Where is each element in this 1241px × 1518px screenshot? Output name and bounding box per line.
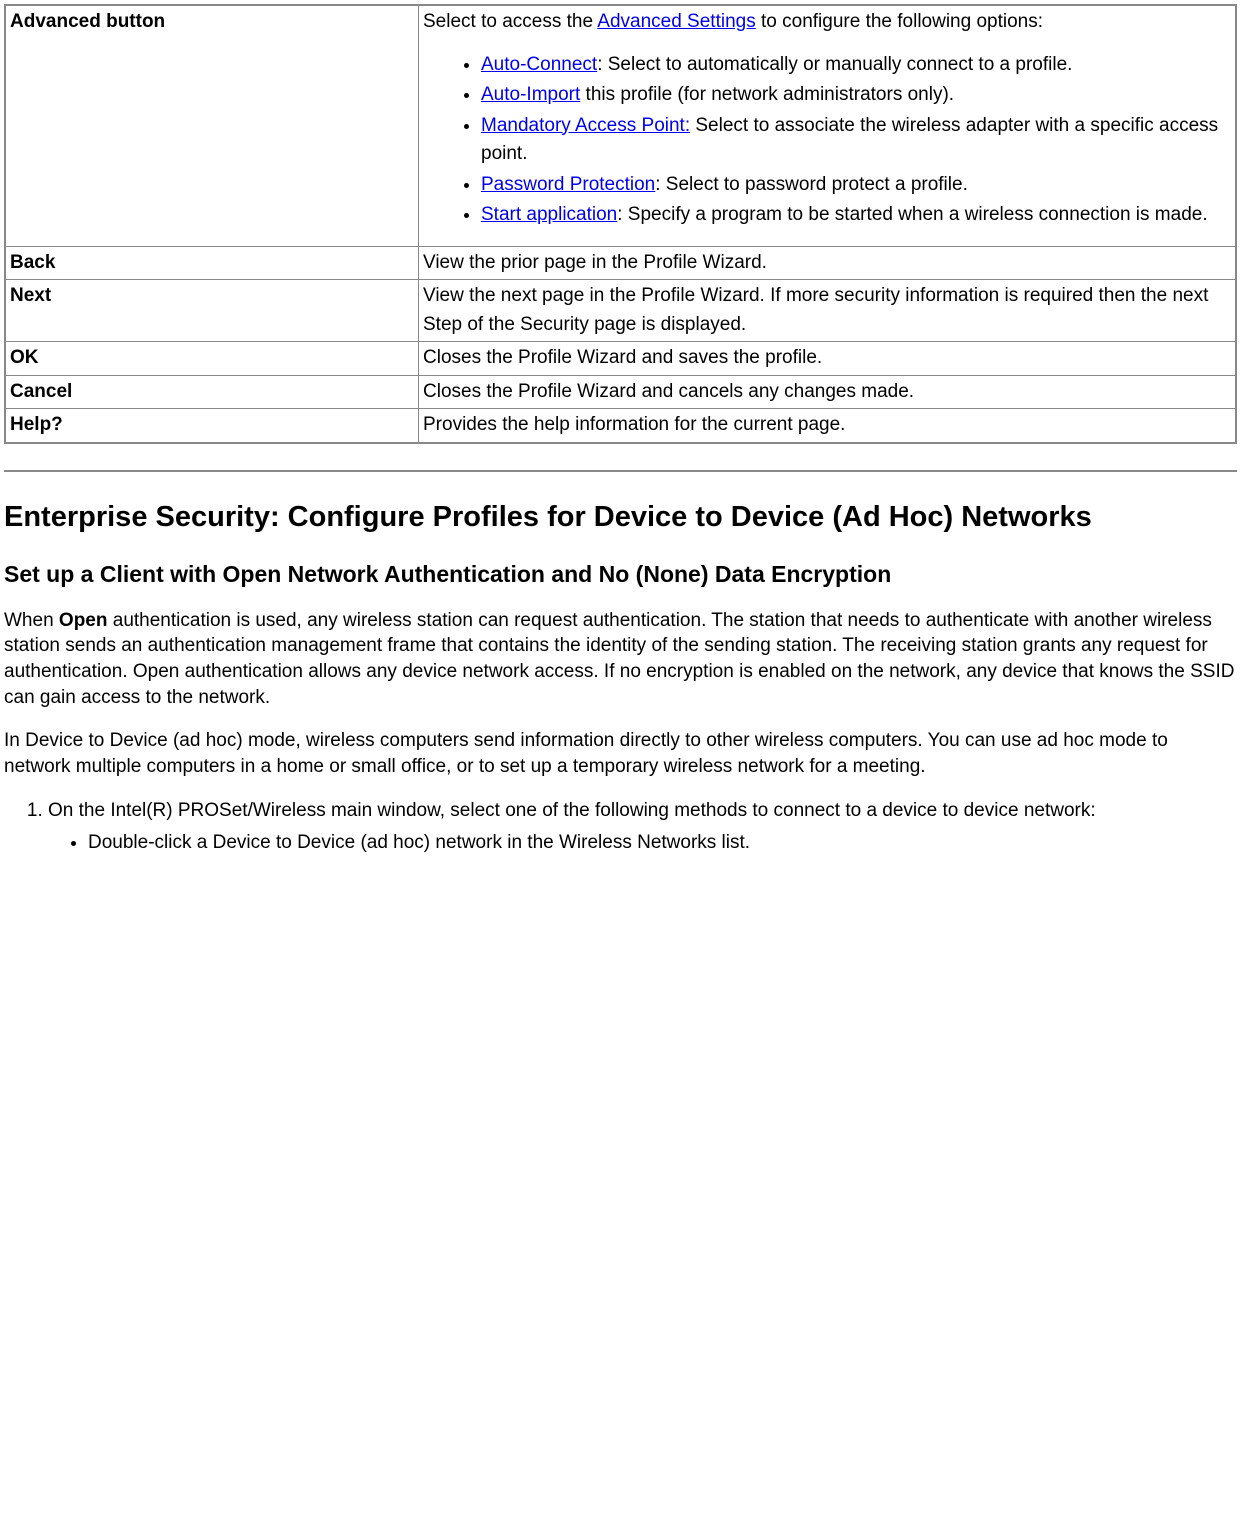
sub-item: Double-click a Device to Device (ad hoc)… — [88, 829, 1237, 858]
settings-table: Advanced button Select to access the Adv… — [4, 4, 1237, 444]
item-text: this profile (for network administrators… — [580, 84, 954, 105]
list-item: Start application: Specify a program to … — [481, 201, 1231, 230]
row-desc-next: View the next page in the Profile Wizard… — [419, 280, 1237, 342]
list-item: Auto-Import this profile (for network ad… — [481, 81, 1231, 110]
row-name-ok: OK — [5, 342, 419, 376]
row-name-next: Next — [5, 280, 419, 342]
para1-prefix: When — [4, 610, 59, 631]
row-name-advanced-button: Advanced button — [5, 5, 419, 246]
row-name-back: Back — [5, 246, 419, 280]
table-row: Help? Provides the help information for … — [5, 409, 1236, 443]
item-text: : Select to automatically or manually co… — [597, 54, 1072, 75]
table-row: Back View the prior page in the Profile … — [5, 246, 1236, 280]
paragraph-adhoc: In Device to Device (ad hoc) mode, wirel… — [4, 728, 1237, 779]
link-auto-connect[interactable]: Auto-Connect — [481, 54, 597, 75]
link-advanced-settings[interactable]: Advanced Settings — [597, 11, 755, 32]
row-desc-advanced-button: Select to access the Advanced Settings t… — [419, 5, 1237, 246]
row-desc-cancel: Closes the Profile Wizard and cancels an… — [419, 375, 1237, 409]
row-desc-back: View the prior page in the Profile Wizar… — [419, 246, 1237, 280]
link-start-application[interactable]: Start application — [481, 204, 617, 225]
link-auto-import[interactable]: Auto-Import — [481, 84, 580, 105]
divider — [4, 470, 1237, 472]
row-name-cancel: Cancel — [5, 375, 419, 409]
row-desc-help: Provides the help information for the cu… — [419, 409, 1237, 443]
row-desc-ok: Closes the Profile Wizard and saves the … — [419, 342, 1237, 376]
step-text: On the Intel(R) PROSet/Wireless main win… — [48, 800, 1096, 821]
table-row: OK Closes the Profile Wizard and saves t… — [5, 342, 1236, 376]
para1-suffix: authentication is used, any wireless sta… — [4, 610, 1234, 708]
heading-enterprise-security: Enterprise Security: Configure Profiles … — [4, 498, 1237, 537]
paragraph-open-auth: When Open authentication is used, any wi… — [4, 608, 1237, 711]
steps-list: On the Intel(R) PROSet/Wireless main win… — [4, 798, 1237, 858]
list-item: Password Protection: Select to password … — [481, 171, 1231, 200]
desc-suffix: to configure the following options: — [756, 11, 1043, 32]
step-item: On the Intel(R) PROSet/Wireless main win… — [48, 798, 1237, 858]
table-row: Advanced button Select to access the Adv… — [5, 5, 1236, 246]
sub-list: Double-click a Device to Device (ad hoc)… — [48, 829, 1237, 858]
list-item: Mandatory Access Point: Select to associ… — [481, 112, 1231, 169]
table-row: Cancel Closes the Profile Wizard and can… — [5, 375, 1236, 409]
row-name-help: Help? — [5, 409, 419, 443]
desc-prefix: Select to access the — [423, 11, 597, 32]
item-text: : Select to password protect a profile. — [655, 174, 968, 195]
link-mandatory-access-point[interactable]: Mandatory Access Point: — [481, 115, 690, 136]
list-item: Auto-Connect: Select to automatically or… — [481, 51, 1231, 80]
link-password-protection[interactable]: Password Protection — [481, 174, 655, 195]
table-row: Next View the next page in the Profile W… — [5, 280, 1236, 342]
para1-bold: Open — [59, 610, 108, 631]
advanced-options-list: Auto-Connect: Select to automatically or… — [423, 51, 1231, 230]
heading-setup-client: Set up a Client with Open Network Authen… — [4, 559, 1237, 590]
item-text: : Specify a program to be started when a… — [617, 204, 1207, 225]
